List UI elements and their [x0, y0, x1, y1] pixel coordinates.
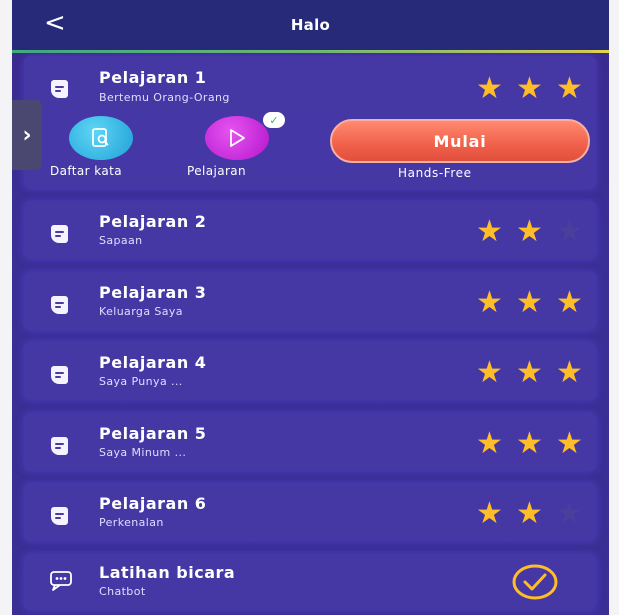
star-icon: ★ — [476, 71, 503, 106]
document-icon — [51, 366, 68, 384]
star-rating: ★ ★ ★ — [476, 288, 596, 318]
star-rating: ★ ★ ★ — [476, 499, 596, 529]
start-button[interactable]: Mulai — [330, 119, 590, 163]
star-icon: ★ — [556, 71, 583, 106]
practice-subtitle: Chatbot — [99, 585, 146, 598]
chevron-right-icon: › — [22, 122, 32, 148]
lesson-card-5[interactable]: Pelajaran 5 Saya Minum ... ★ ★ ★ — [24, 413, 596, 471]
star-icon: ★ — [476, 285, 503, 320]
star-empty-icon: ★ — [556, 214, 583, 249]
lesson-title: Pelajaran 1 — [99, 68, 207, 87]
lesson-subtitle: Sapaan — [99, 234, 143, 247]
vocabulary-button[interactable] — [69, 116, 133, 160]
lesson-title: Pelajaran 2 — [99, 212, 207, 231]
star-icon: ★ — [556, 285, 583, 320]
star-empty-icon: ★ — [556, 496, 583, 531]
header-divider — [12, 50, 609, 53]
background-right — [609, 0, 619, 615]
document-icon — [51, 225, 68, 243]
lesson-card-6[interactable]: Pelajaran 6 Perkenalan ★ ★ ★ — [24, 483, 596, 541]
document-icon — [51, 507, 68, 525]
document-icon — [51, 437, 68, 455]
vocabulary-search-icon — [92, 128, 109, 147]
star-rating: ★ ★ ★ — [476, 217, 596, 247]
lesson-subtitle: Saya Minum ... — [99, 446, 187, 459]
star-icon: ★ — [516, 496, 543, 531]
chevron-left-icon[interactable]: < — [44, 10, 66, 36]
star-icon: ★ — [556, 426, 583, 461]
play-icon — [230, 129, 245, 147]
vocabulary-label: Daftar kata — [50, 164, 122, 178]
document-icon — [51, 296, 68, 314]
lesson-title: Pelajaran 5 — [99, 424, 207, 443]
lesson-subtitle: Bertemu Orang-Orang — [99, 91, 230, 104]
document-icon — [51, 80, 68, 98]
completed-check-circle-icon — [512, 564, 558, 600]
lesson-subtitle: Saya Punya ... — [99, 375, 183, 388]
star-rating: ★ ★ ★ — [476, 358, 596, 388]
star-rating: ★ ★ ★ — [476, 429, 596, 459]
lesson-play-button[interactable] — [205, 116, 269, 160]
top-bar: < Halo — [12, 0, 609, 50]
page-title: Halo — [290, 16, 331, 34]
star-icon: ★ — [476, 496, 503, 531]
speaking-practice-card[interactable]: Latihan bicara Chatbot — [24, 554, 596, 610]
practice-title: Latihan bicara — [99, 563, 236, 582]
star-icon: ★ — [476, 214, 503, 249]
hands-free-label: Hands-Free — [398, 166, 472, 180]
lesson-card-1[interactable]: Pelajaran 1 Bertemu Orang-Orang ★ ★ ★ Da… — [24, 56, 596, 189]
completed-check-icon: ✓ — [263, 112, 285, 128]
star-icon: ★ — [516, 214, 543, 249]
lesson-label: Pelajaran — [187, 164, 247, 178]
app-screen: < Halo › Pelajaran 1 Bertemu Orang-Orang… — [12, 0, 609, 615]
side-drawer-toggle[interactable]: › — [12, 100, 42, 170]
star-icon: ★ — [516, 71, 543, 106]
star-icon: ★ — [516, 285, 543, 320]
lesson-title: Pelajaran 4 — [99, 353, 207, 372]
star-icon: ★ — [516, 355, 543, 390]
lesson-subtitle: Perkenalan — [99, 516, 164, 529]
star-icon: ★ — [556, 355, 583, 390]
star-icon: ★ — [516, 426, 543, 461]
star-rating: ★ ★ ★ — [476, 74, 596, 104]
lesson-card-2[interactable]: Pelajaran 2 Sapaan ★ ★ ★ — [24, 201, 596, 259]
lesson-title: Pelajaran 3 — [99, 283, 207, 302]
lesson-card-3[interactable]: Pelajaran 3 Keluarga Saya ★ ★ ★ — [24, 272, 596, 330]
star-icon: ★ — [476, 426, 503, 461]
star-icon: ★ — [476, 355, 503, 390]
background-left — [0, 0, 12, 615]
lesson-card-4[interactable]: Pelajaran 4 Saya Punya ... ★ ★ ★ — [24, 342, 596, 400]
chat-bubble-icon — [50, 571, 72, 591]
lesson-title: Pelajaran 6 — [99, 494, 207, 513]
lesson-subtitle: Keluarga Saya — [99, 305, 183, 318]
